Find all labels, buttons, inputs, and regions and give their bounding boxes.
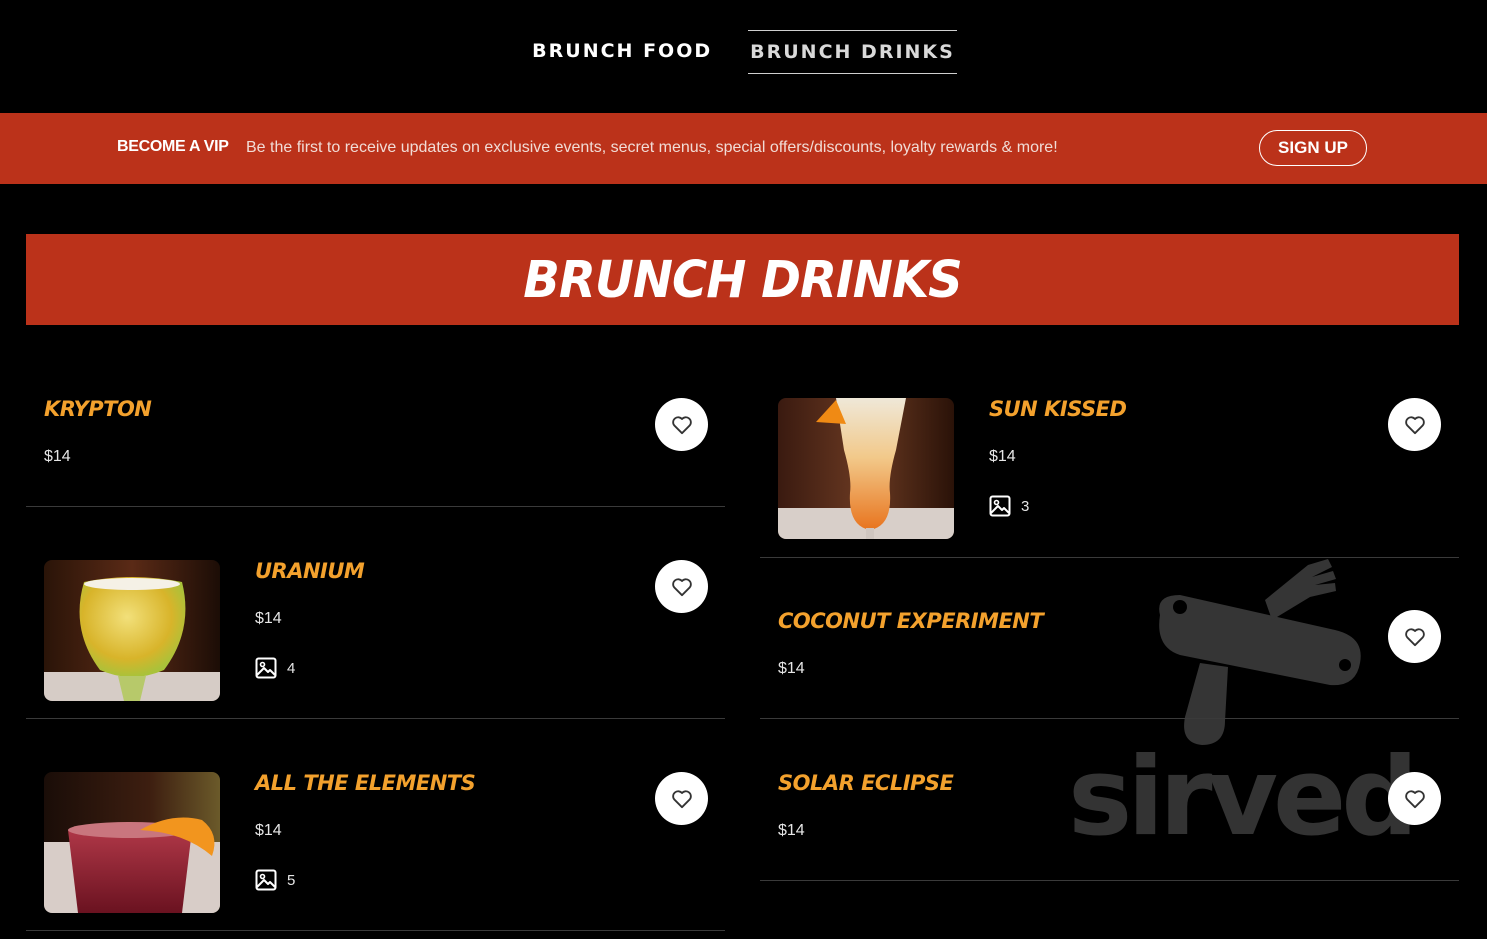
menu-item-uranium[interactable]: URANIUM $14 4 [26,527,725,719]
favorite-button[interactable] [655,398,708,451]
heart-icon [671,789,692,808]
item-photo[interactable] [44,772,220,913]
item-price: $14 [778,660,805,677]
section-title: BRUNCH DRINKS [523,250,962,309]
menu-item-sun-kissed[interactable]: SUN KISSED $14 3 [760,365,1459,558]
menu-item-all-the-elements[interactable]: ALL THE ELEMENTS $14 5 [26,739,725,931]
image-icon [255,869,277,891]
menu-tabs: BRUNCH FOOD BRUNCH DRINKS [0,0,1487,113]
item-name: SOLAR ECLIPSE [778,771,954,795]
sign-up-button[interactable]: SIGN UP [1259,130,1367,166]
tab-brunch-food[interactable]: BRUNCH FOOD [530,30,714,72]
item-price: $14 [255,822,282,839]
favorite-button[interactable] [1388,398,1441,451]
heart-icon [671,415,692,434]
item-name: URANIUM [255,559,365,583]
section-header: BRUNCH DRINKS [26,234,1459,325]
favorite-button[interactable] [655,560,708,613]
heart-icon [1404,415,1425,434]
photo-count[interactable]: 5 [255,869,295,891]
image-icon [255,657,277,679]
heart-icon [671,577,692,596]
item-price: $14 [44,448,71,465]
photo-count-value: 5 [287,871,296,889]
heart-icon [1404,789,1425,808]
item-price: $14 [255,610,282,627]
photo-count-value: 4 [287,659,296,677]
heart-icon [1404,627,1425,646]
item-name: SUN KISSED [989,397,1127,421]
item-photo[interactable] [778,398,954,539]
item-price: $14 [989,448,1016,465]
photo-count-value: 3 [1021,497,1030,515]
menu-item-solar-eclipse[interactable]: SOLAR ECLIPSE $14 [760,739,1459,881]
menu-item-coconut-experiment[interactable]: COCONUT EXPERIMENT $14 [760,577,1459,719]
item-name: COCONUT EXPERIMENT [778,609,1044,633]
item-price: $14 [778,822,805,839]
image-icon [989,495,1011,517]
favorite-button[interactable] [655,772,708,825]
menu-item-krypton[interactable]: KRYPTON $14 [26,365,725,507]
item-photo[interactable] [44,560,220,701]
item-name: KRYPTON [44,397,152,421]
vip-banner: BECOME A VIP Be the first to receive upd… [0,113,1487,184]
favorite-button[interactable] [1388,772,1441,825]
photo-count[interactable]: 4 [255,657,295,679]
tab-brunch-drinks[interactable]: BRUNCH DRINKS [748,30,957,74]
vip-description: Be the first to receive updates on exclu… [246,139,1058,156]
item-name: ALL THE ELEMENTS [255,771,476,795]
photo-count[interactable]: 3 [989,495,1029,517]
favorite-button[interactable] [1388,610,1441,663]
vip-title: BECOME A VIP [117,138,229,155]
